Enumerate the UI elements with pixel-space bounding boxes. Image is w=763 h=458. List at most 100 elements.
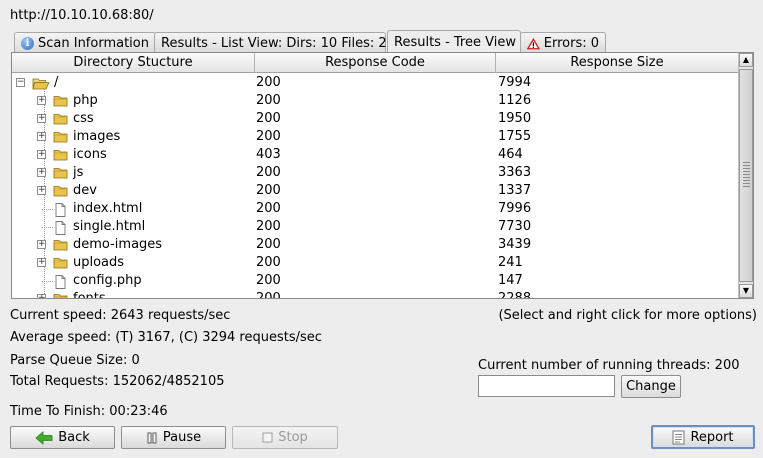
expand-toggle-icon[interactable]: +	[37, 168, 46, 177]
table-row[interactable]: config.php 200 147	[12, 272, 739, 290]
expand-toggle-icon[interactable]: +	[37, 150, 46, 159]
threads-input[interactable]	[478, 375, 615, 397]
tab-scan-information[interactable]: i Scan Information	[14, 32, 156, 52]
scrollbar-thumb[interactable]	[739, 69, 753, 282]
entry-name: config.php	[73, 273, 142, 288]
entry-name: fonts	[73, 291, 106, 299]
response-code-cell: 200	[256, 237, 281, 252]
directory-cell: single.html	[12, 218, 255, 236]
response-size-cell: 7996	[498, 201, 532, 216]
response-size-cell: 3363	[498, 165, 532, 180]
table-row[interactable]: + demo-images 200 3439	[12, 236, 739, 254]
folder-icon	[53, 293, 68, 298]
table-row[interactable]: + fonts 200 2288	[12, 290, 739, 299]
response-code-cell: 200	[256, 165, 281, 180]
entry-name: index.html	[73, 201, 143, 216]
tab-errors[interactable]: Errors: 0	[520, 32, 606, 52]
expand-toggle-icon[interactable]: +	[37, 132, 46, 141]
stop-button[interactable]: Stop	[232, 426, 338, 449]
report-document-icon	[672, 430, 685, 444]
tab-results-tree-view[interactable]: Results - Tree View	[387, 30, 521, 52]
scrollbar-grip	[743, 162, 750, 188]
response-code-cell: 200	[256, 183, 281, 198]
table-row[interactable]: single.html 200 7730	[12, 218, 739, 236]
vertical-scrollbar[interactable]: ▲ ▼	[738, 53, 753, 298]
directory-cell: + fonts	[12, 290, 255, 299]
change-button[interactable]: Change	[621, 375, 681, 398]
stop-icon	[262, 432, 273, 443]
directory-cell: + images	[12, 128, 255, 146]
time-to-finish: Time To Finish: 00:23:46	[10, 404, 168, 419]
pause-label: Pause	[162, 430, 202, 445]
folder-open-icon	[32, 77, 50, 92]
tab-label: Scan Information	[38, 36, 149, 51]
change-label: Change	[626, 379, 676, 394]
response-code-cell: 403	[256, 147, 281, 162]
response-size-cell: 1126	[498, 93, 532, 108]
tree-connector	[42, 281, 53, 282]
response-size-cell: 2288	[498, 291, 532, 299]
pause-button[interactable]: Pause	[121, 426, 226, 449]
expand-toggle-icon[interactable]: +	[37, 96, 46, 105]
right-click-hint: (Select and right click for more options…	[498, 308, 757, 323]
results-tree-table[interactable]: Directory Stucture Response Code Respons…	[11, 52, 754, 299]
response-size-cell: 464	[498, 147, 523, 162]
back-button[interactable]: Back	[10, 426, 115, 449]
entry-name: demo-images	[73, 237, 163, 252]
table-row[interactable]: + icons 403 464	[12, 146, 739, 164]
response-code-cell: 200	[256, 93, 281, 108]
file-icon	[55, 203, 66, 218]
response-code-cell: 200	[256, 219, 281, 234]
expand-toggle-icon[interactable]: +	[37, 114, 46, 123]
response-size-cell: 7730	[498, 219, 532, 234]
response-size-cell: 1950	[498, 111, 532, 126]
table-header: Directory Stucture Response Code Respons…	[12, 53, 739, 73]
expand-toggle-icon[interactable]: +	[37, 294, 46, 298]
response-code-cell: 200	[256, 273, 281, 288]
table-row[interactable]: + dev 200 1337	[12, 182, 739, 200]
table-row[interactable]: + css 200 1950	[12, 110, 739, 128]
folder-icon	[53, 239, 68, 254]
table-row[interactable]: + js 200 3363	[12, 164, 739, 182]
table-row[interactable]: + uploads 200 241	[12, 254, 739, 272]
current-speed: Current speed: 2643 requests/sec	[10, 308, 231, 323]
entry-name: dev	[73, 183, 97, 198]
folder-icon	[53, 149, 68, 164]
info-icon: i	[21, 37, 34, 50]
directory-cell: − /	[12, 74, 255, 92]
column-header-response-size[interactable]: Response Size	[496, 53, 739, 73]
expand-toggle-icon[interactable]: +	[37, 186, 46, 195]
column-header-directory[interactable]: Directory Stucture	[12, 53, 255, 73]
folder-icon	[53, 131, 68, 146]
folder-icon	[53, 113, 68, 128]
file-icon	[55, 221, 66, 236]
table-row[interactable]: index.html 200 7996	[12, 200, 739, 218]
parse-queue-size: Parse Queue Size: 0	[10, 353, 140, 368]
expand-toggle-icon[interactable]: +	[37, 258, 46, 267]
scroll-down-button[interactable]: ▼	[739, 284, 753, 298]
report-button[interactable]: Report	[651, 425, 755, 449]
table-row[interactable]: + php 200 1126	[12, 92, 739, 110]
response-size-cell: 1337	[498, 183, 532, 198]
table-row[interactable]: + images 200 1755	[12, 128, 739, 146]
expand-toggle-icon[interactable]: +	[37, 240, 46, 249]
column-header-response-code[interactable]: Response Code	[255, 53, 496, 73]
response-size-cell: 241	[498, 255, 523, 270]
average-speed: Average speed: (T) 3167, (C) 3294 reques…	[10, 330, 322, 345]
directory-cell: + uploads	[12, 254, 255, 272]
response-code-cell: 200	[256, 201, 281, 216]
target-url: http://10.10.10.68:80/	[10, 8, 154, 23]
stop-label: Stop	[278, 430, 308, 445]
response-size-cell: 1755	[498, 129, 532, 144]
response-code-cell: 200	[256, 129, 281, 144]
table-row[interactable]: −/200 7994	[12, 74, 739, 92]
response-code-cell: 200	[256, 75, 281, 90]
collapse-toggle-icon[interactable]: −	[16, 78, 25, 87]
directory-cell: + dev	[12, 182, 255, 200]
tab-results-list-view[interactable]: Results - List View: Dirs: 10 Files: 28	[154, 32, 395, 52]
folder-icon	[53, 95, 68, 110]
tab-bar: i Scan Information Results - List View: …	[10, 30, 760, 52]
scroll-up-button[interactable]: ▲	[739, 53, 753, 67]
total-requests: Total Requests: 152062/4852105	[10, 374, 225, 389]
table-body: −/200 7994 + php 200 1126 + css 200 1950 + images 20…	[12, 74, 739, 299]
